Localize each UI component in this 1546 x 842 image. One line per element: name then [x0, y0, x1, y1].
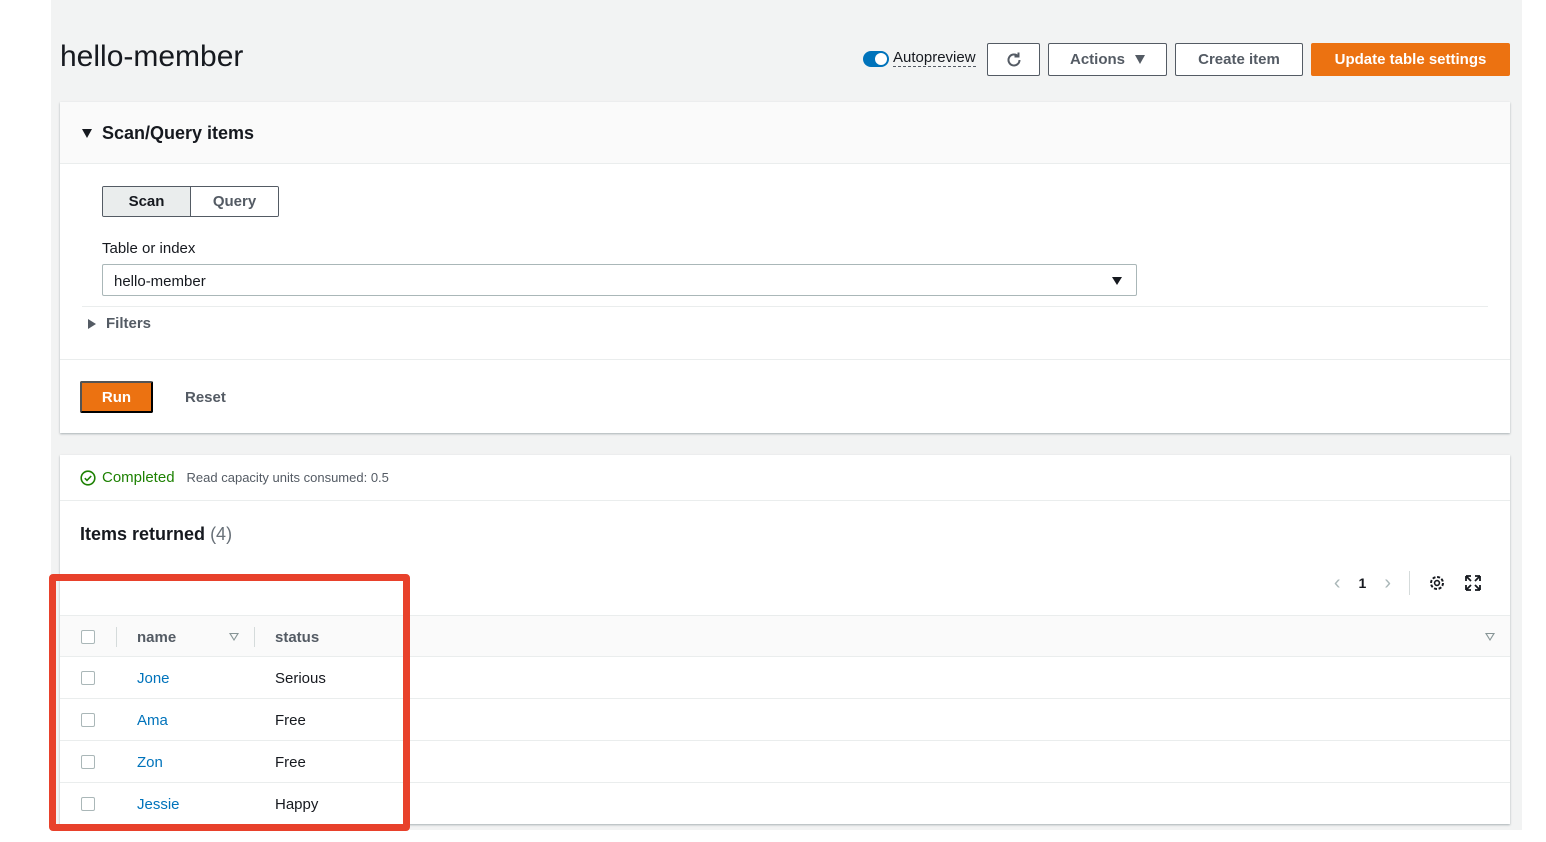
filters-toggle[interactable]: Filters [88, 315, 151, 332]
query-mode-button[interactable]: Query [191, 187, 278, 216]
items-title-label: Items returned [80, 524, 206, 544]
expand-caret-icon [82, 129, 92, 138]
autopreview-label: Autopreview [893, 49, 976, 67]
actions-button[interactable]: Actions [1048, 43, 1167, 76]
check-circle-icon [80, 469, 96, 486]
actions-label: Actions [1069, 51, 1125, 68]
refresh-icon [1007, 52, 1020, 66]
update-table-settings-button[interactable]: Update table settings [1311, 43, 1510, 76]
caret-down-icon [1135, 55, 1145, 64]
items-count: (4) [210, 524, 233, 544]
scan-query-title: Scan/Query items [102, 123, 255, 143]
scan-query-header[interactable]: Scan/Query items [60, 102, 1510, 164]
divider [82, 306, 1488, 307]
run-button[interactable]: Run [80, 381, 153, 413]
divider [60, 359, 1510, 360]
items-returned-title: Items returned (4) [80, 524, 232, 545]
page-number[interactable]: 1 [1359, 575, 1367, 591]
divider [60, 500, 1510, 501]
status-text: Completed [102, 469, 175, 486]
create-item-button[interactable]: Create item [1175, 43, 1303, 76]
table-or-index-select[interactable]: hello-member [102, 264, 1137, 296]
refresh-button[interactable] [987, 43, 1040, 76]
chevron-right-icon[interactable]: › [1384, 572, 1391, 595]
reset-button[interactable]: Reset [185, 389, 226, 406]
dropdown-arrow-icon [1112, 277, 1122, 285]
expand-right-icon [88, 318, 96, 329]
sort-icon[interactable] [1485, 633, 1495, 641]
status-row: Completed Read capacity units consumed: … [80, 469, 389, 486]
chevron-left-icon[interactable]: ‹ [1334, 572, 1341, 595]
scan-query-mode-toggle: Scan Query [102, 186, 279, 217]
scan-mode-button[interactable]: Scan [103, 187, 191, 216]
fullscreen-icon[interactable] [1464, 574, 1482, 592]
gear-icon[interactable] [1428, 574, 1446, 592]
scan-query-panel: Scan/Query items Scan Query Table or ind… [60, 102, 1510, 433]
select-value: hello-member [114, 273, 206, 290]
page-title: hello-member [60, 40, 244, 73]
table-or-index-label: Table or index [102, 240, 196, 257]
toggle-switch[interactable] [863, 50, 889, 67]
status-detail: Read capacity units consumed: 0.5 [186, 470, 389, 485]
highlight-annotation-box [49, 574, 410, 831]
filters-label: Filters [106, 315, 152, 332]
autopreview-toggle[interactable]: Autopreview [863, 50, 976, 67]
pagination: ‹ 1 › [1334, 571, 1482, 595]
divider [1409, 571, 1410, 595]
